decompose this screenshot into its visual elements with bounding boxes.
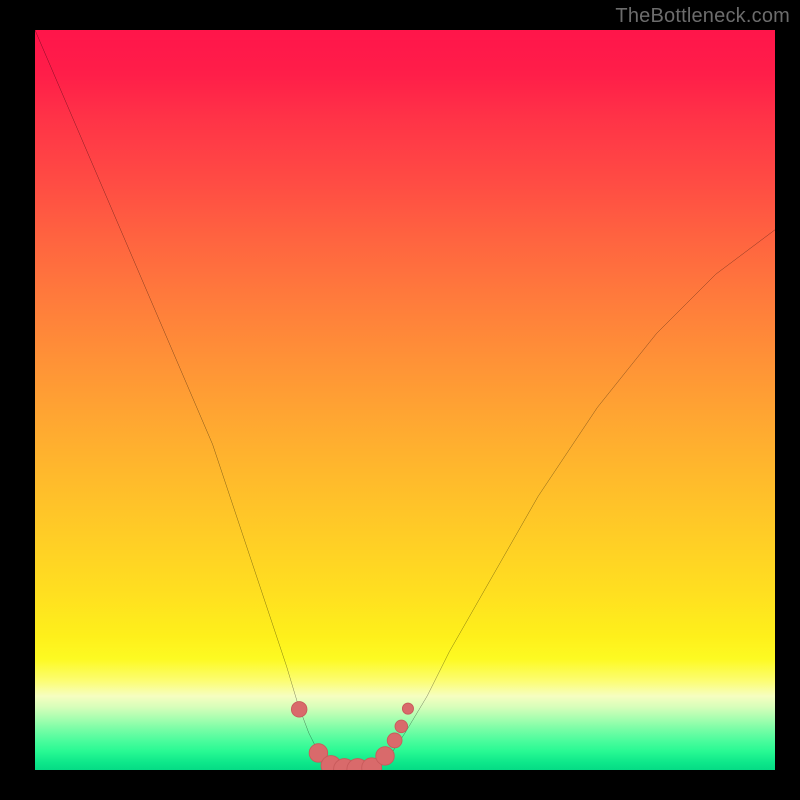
bottleneck-curve-path	[35, 30, 775, 770]
curve-marker	[291, 702, 307, 718]
bottleneck-curve-svg	[35, 30, 775, 770]
marker-group	[291, 702, 413, 770]
chart-frame: TheBottleneck.com	[0, 0, 800, 800]
curve-marker	[402, 703, 413, 714]
curve-marker	[387, 733, 402, 748]
watermark-text: TheBottleneck.com	[615, 5, 790, 28]
chart-plot-area	[35, 30, 775, 770]
curve-marker	[376, 747, 395, 766]
curve-marker	[395, 720, 408, 733]
